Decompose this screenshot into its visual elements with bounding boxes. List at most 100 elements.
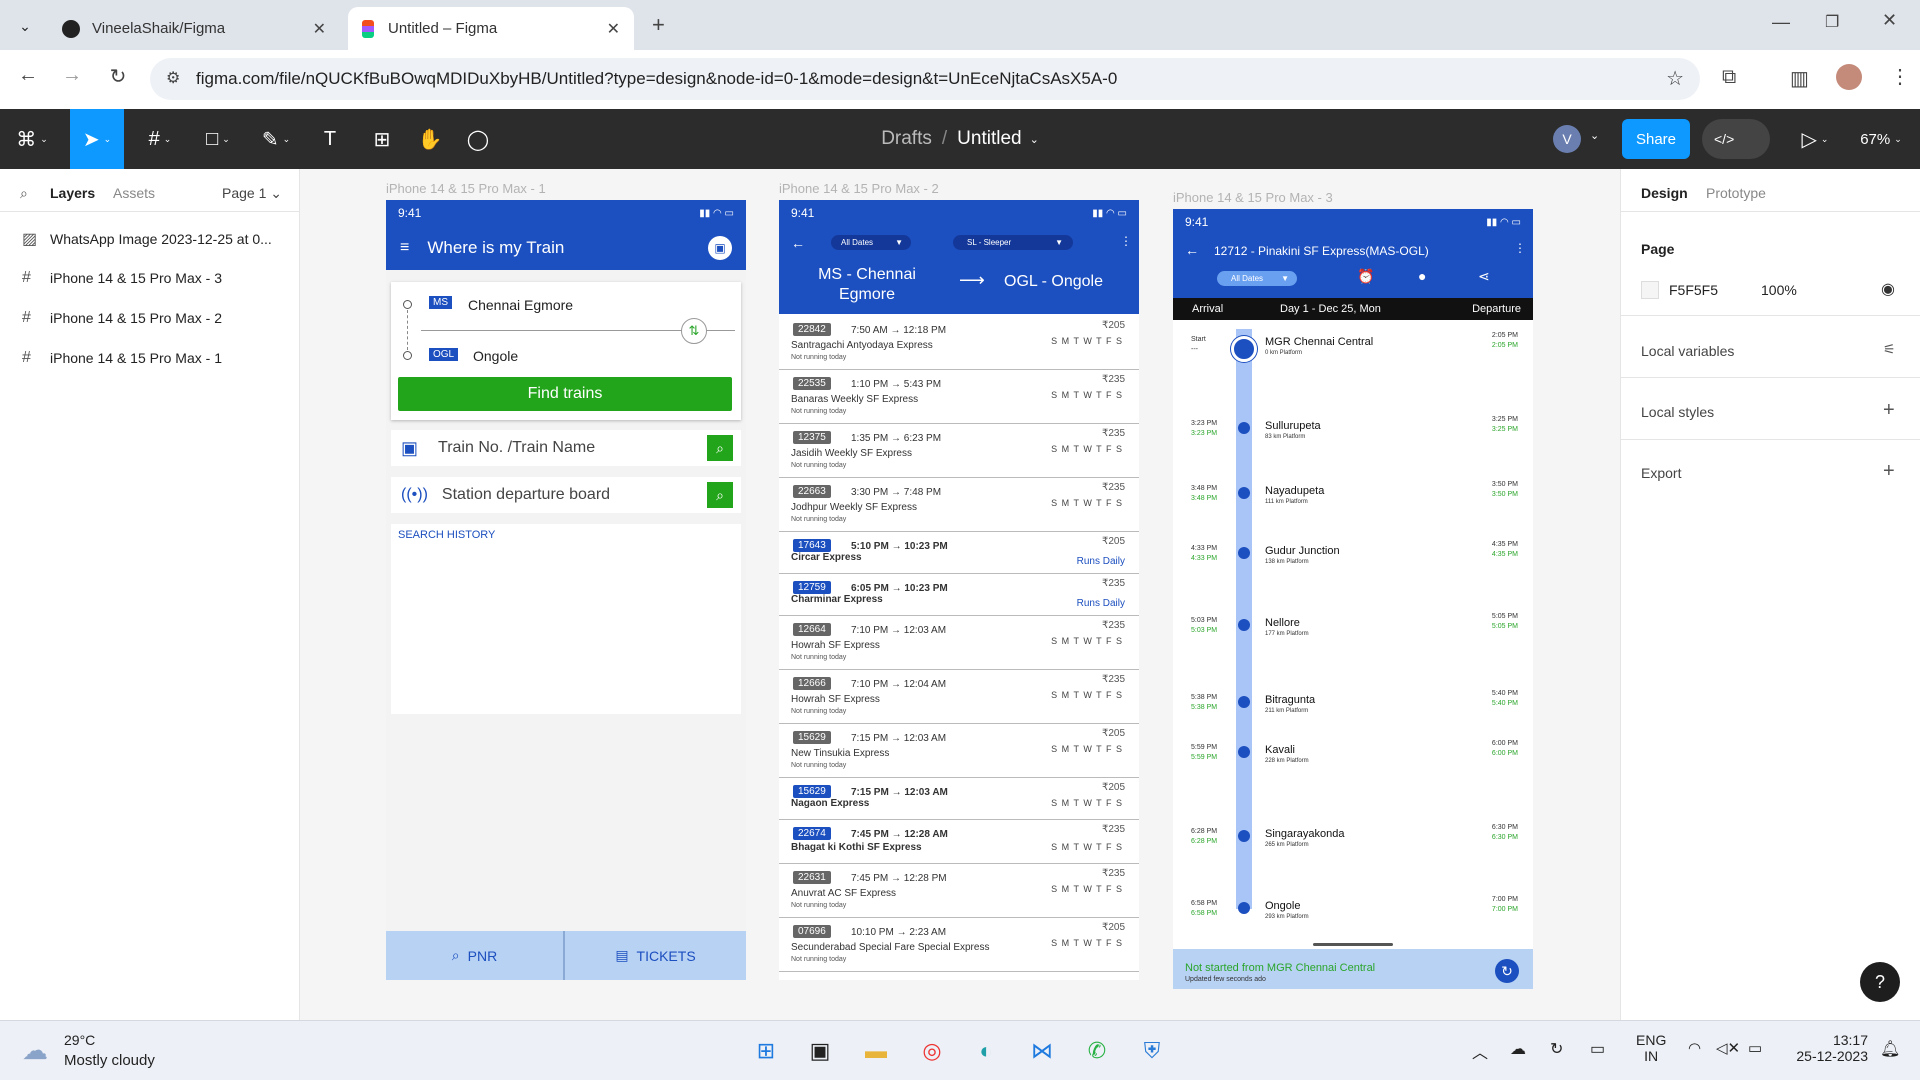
file-title[interactable]: Untitled (957, 128, 1021, 150)
train-search-input[interactable]: Train No. /Train Name (438, 439, 595, 457)
bookmark-star-icon[interactable]: ☆ (1666, 66, 1684, 91)
station-row[interactable]: 3:23 PM 3:23 PM Sullurupeta 83 km Platform 3… (1173, 416, 1533, 460)
close-icon[interactable]: ✕ (313, 19, 326, 39)
tab-figma[interactable]: Untitled – Figma ✕ (348, 7, 634, 50)
back-icon[interactable]: ← (1185, 242, 1199, 258)
date-filter[interactable]: All Dates ▼ (831, 235, 911, 250)
find-trains-button[interactable]: Find trains (398, 377, 732, 411)
date-filter[interactable]: All Dates ▼ (1217, 271, 1297, 286)
variables-icon[interactable]: ⚟ (1883, 341, 1896, 358)
train-row[interactable]: 22674 7:45 PM → 12:28 AM Bhagat ki Kothi S… (779, 820, 1139, 864)
train-icon[interactable]: ▣ (708, 236, 732, 260)
layer-item[interactable]: ▨ WhatsApp Image 2023-12-25 at 0... (22, 229, 272, 249)
site-info-icon[interactable]: ⚙ (166, 68, 180, 88)
tab-assets[interactable]: Assets (113, 185, 155, 201)
profile-avatar[interactable] (1836, 64, 1862, 90)
refresh-icon[interactable]: ↻ (1495, 959, 1519, 983)
station-row[interactable]: 3:48 PM 3:48 PM Nayadupeta 111 km Platform 3… (1173, 481, 1533, 525)
wifi-icon[interactable]: ◠ (1688, 1039, 1701, 1057)
train-row[interactable]: 17643 5:10 PM → 10:23 PM Circar Express ₹20… (779, 532, 1139, 574)
shape-tool-icon[interactable]: □ ⌄ (196, 109, 240, 169)
station-search-input[interactable]: Station departure board (442, 486, 610, 504)
menu-icon[interactable]: ⋮ (1890, 64, 1910, 89)
comment-tool-icon[interactable]: ◯ (458, 109, 498, 169)
train-row[interactable]: 07696 10:10 PM → 2:23 AM Secunderabad Spec… (779, 918, 1139, 972)
station-row[interactable]: Start --- MGR Chennai Central 0 km Platform… (1173, 332, 1533, 376)
drag-handle[interactable] (1313, 943, 1393, 946)
chrome-icon[interactable]: ◎ (912, 1031, 952, 1071)
start-icon[interactable]: ⊞ (746, 1031, 786, 1071)
train-row[interactable]: 22663 3:30 PM → 7:48 PM Jodhpur Weekly SF … (779, 478, 1139, 532)
pnr-button[interactable]: ⌕ PNR (386, 931, 565, 980)
from-station[interactable]: Chennai Egmore (468, 297, 573, 313)
train-row[interactable]: 12375 1:35 PM → 6:23 PM Jasidih Weekly SF … (779, 424, 1139, 478)
tab-list-button[interactable]: ⌄ (10, 12, 40, 40)
onedrive-icon[interactable]: ☁ (1510, 1039, 1526, 1059)
layer-item[interactable]: # iPhone 14 & 15 Pro Max - 3 (22, 269, 222, 287)
window-close-icon[interactable]: ✕ (1882, 10, 1897, 31)
search-icon[interactable]: ⌕ (20, 185, 28, 202)
local-styles-label[interactable]: Local styles (1641, 404, 1714, 420)
frame-2[interactable]: 9:41 ▮▮ ◠ ▭ ← All Dates ▼ SL - Sleeper ▼ ⋮ … (779, 200, 1139, 980)
task-view-icon[interactable]: ▣ (800, 1031, 840, 1071)
tickets-button[interactable]: ▤ TICKETS (565, 931, 746, 980)
person-icon[interactable]: ● (1418, 268, 1426, 284)
class-filter[interactable]: SL - Sleeper ▼ (953, 235, 1073, 250)
export-label[interactable]: Export (1641, 465, 1681, 481)
back-icon[interactable]: ← (791, 235, 805, 251)
forward-icon[interactable]: → (52, 64, 92, 87)
chevron-down-icon[interactable]: ⌄ (1590, 129, 1599, 142)
present-icon[interactable]: ▷ ⌄ (1795, 109, 1835, 169)
train-row[interactable]: 22631 7:45 PM → 12:28 PM Anuvrat AC SF Exp… (779, 864, 1139, 918)
more-icon[interactable]: ⋮ (1514, 241, 1526, 255)
frame-3[interactable]: 9:41 ▮▮ ◠ ▭ ← 12712 - Pinakini SF Express… (1173, 209, 1533, 989)
figma-menu-icon[interactable]: ⌘ ⌄ (10, 109, 54, 169)
close-icon[interactable]: ✕ (607, 19, 620, 39)
language-indicator[interactable]: ENG IN (1636, 1032, 1666, 1064)
volume-icon[interactable]: ◁✕ (1716, 1039, 1740, 1057)
search-button[interactable]: ⌕ (707, 435, 733, 461)
security-icon[interactable]: ⛨ (1132, 1031, 1172, 1071)
station-row[interactable]: 5:59 PM 5:59 PM Kavali 228 km Platform 6:00 … (1173, 740, 1533, 784)
train-row[interactable]: 15629 7:15 PM → 12:03 AM New Tinsukia Expr… (779, 724, 1139, 778)
page-color-value[interactable]: F5F5F5 (1669, 282, 1718, 298)
color-swatch[interactable] (1641, 281, 1659, 299)
train-row[interactable]: 12666 7:10 PM → 12:04 AM Howrah SF Express… (779, 670, 1139, 724)
minimize-icon[interactable]: — (1772, 12, 1790, 33)
add-icon[interactable]: + (1883, 399, 1895, 422)
to-station[interactable]: Ongole (473, 348, 518, 364)
eye-icon[interactable]: ◉ (1881, 279, 1895, 299)
frame-label[interactable]: iPhone 14 & 15 Pro Max - 2 (779, 181, 939, 196)
clock[interactable]: 13:17 25-12-2023 (1788, 1032, 1868, 1064)
frame-label[interactable]: iPhone 14 & 15 Pro Max - 3 (1173, 190, 1333, 205)
url-input[interactable]: ⚙ figma.com/file/nQUCKfBuBOwqMDIDuXbyHB/… (150, 58, 1700, 100)
more-icon[interactable]: ⋮ (1120, 234, 1132, 248)
frame-1[interactable]: 9:41 ▮▮ ◠ ▭ ≡ Where is my Train ▣ MS Chen… (386, 200, 746, 980)
train-row[interactable]: 12664 7:10 PM → 12:03 AM Howrah SF Express… (779, 616, 1139, 670)
frame-tool-icon[interactable]: # ⌄ (138, 109, 182, 169)
layer-item[interactable]: # iPhone 14 & 15 Pro Max - 2 (22, 309, 222, 327)
train-row[interactable]: 22842 7:50 AM → 12:18 PM Santragachi Antyo… (779, 316, 1139, 370)
train-row[interactable]: 15629 7:15 PM → 12:03 AM Nagaon Express ₹20… (779, 778, 1139, 820)
chevron-down-icon[interactable]: ⌄ (1030, 133, 1039, 146)
dev-mode-toggle[interactable]: </> (1702, 119, 1770, 159)
train-row[interactable]: 22535 1:10 PM → 5:43 PM Banaras Weekly SF … (779, 370, 1139, 424)
page-opacity-value[interactable]: 100% (1761, 282, 1797, 298)
tab-github[interactable]: VineelaShaik/Figma ✕ (48, 7, 340, 50)
edge-icon[interactable]: ◐ (966, 1031, 1006, 1071)
temperature[interactable]: 29°C (64, 1032, 95, 1048)
train-search-row[interactable]: ▣ Train No. /Train Name ⌕ (391, 430, 741, 466)
page-selector[interactable]: Page 1 ⌄ (222, 185, 282, 202)
move-tool-icon[interactable]: ➤ ⌄ (70, 109, 124, 169)
whatsapp-icon[interactable]: ✆ (1077, 1031, 1117, 1071)
station-row[interactable]: 5:03 PM 5:03 PM Nellore 177 km Platform 5:05… (1173, 613, 1533, 657)
weather-text[interactable]: Mostly cloudy (64, 1052, 155, 1069)
share-button[interactable]: Share (1622, 119, 1690, 159)
display-icon[interactable]: ▭ (1590, 1039, 1605, 1059)
sync-icon[interactable]: ↻ (1550, 1039, 1563, 1059)
battery-icon[interactable]: ▭ (1748, 1039, 1762, 1057)
extensions-icon[interactable]: ⧉ (1722, 66, 1736, 89)
local-variables-label[interactable]: Local variables (1641, 343, 1734, 359)
zoom-level[interactable]: 67% ⌄ (1852, 109, 1910, 169)
search-button[interactable]: ⌕ (707, 482, 733, 508)
